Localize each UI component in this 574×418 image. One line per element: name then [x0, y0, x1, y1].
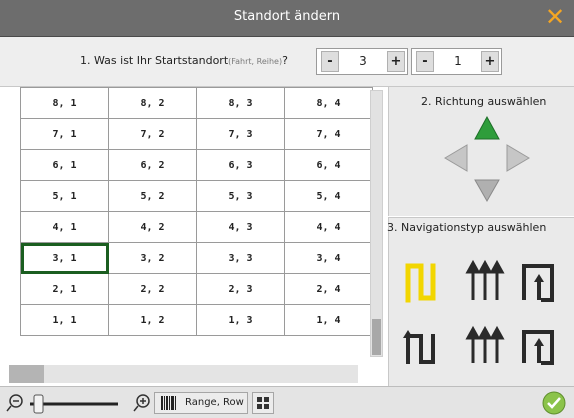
nav-parallel-up-icon[interactable] [465, 259, 505, 300]
grid-cell[interactable]: 7, 2 [108, 118, 197, 150]
nav-parallel-down-icon[interactable] [465, 325, 505, 363]
navigation-panel: 3. Navigationstyp auswählen [387, 217, 574, 386]
grid-cell[interactable]: 8, 2 [108, 87, 197, 119]
row-decrement-button[interactable]: - [321, 51, 339, 72]
grid-cell[interactable]: 8, 1 [20, 87, 109, 119]
title-bar: Standort ändern ✕ [0, 0, 574, 37]
zoom-in-icon[interactable] [133, 392, 153, 414]
zoom-control [6, 394, 118, 414]
grid-cell[interactable]: 2, 2 [108, 273, 197, 305]
grid-cell[interactable]: 2, 4 [284, 273, 373, 305]
row-value[interactable]: 3 [343, 54, 383, 68]
row-increment-button[interactable]: + [387, 51, 405, 72]
grid-cell[interactable]: 6, 4 [284, 149, 373, 181]
table-row: 5, 1 5, 2 5, 3 5, 4 [20, 180, 373, 212]
grid-cell[interactable]: 6, 1 [20, 149, 109, 181]
col-increment-button[interactable]: + [481, 51, 499, 72]
grid-cell[interactable]: 7, 1 [20, 118, 109, 150]
start-question-text: 1. Was ist Ihr Startstandort [80, 54, 229, 67]
barcode-icon [161, 396, 176, 410]
close-icon[interactable]: ✕ [542, 3, 568, 31]
grid-cell[interactable]: 4, 4 [284, 211, 373, 243]
arrow-down-icon[interactable] [474, 179, 500, 203]
grid-cell[interactable]: 7, 4 [284, 118, 373, 150]
range-row-label: Range, Row [185, 397, 244, 408]
grid-horizontal-scrollbar[interactable] [9, 365, 358, 383]
arrow-right-icon[interactable] [506, 144, 530, 172]
start-location-bar: 1. Was ist Ihr Startstandort(Fahrt, Reih… [0, 37, 574, 87]
table-row: 7, 1 7, 2 7, 3 7, 4 [20, 118, 373, 150]
grid-vertical-scrollbar[interactable] [370, 90, 383, 357]
grid-cell[interactable]: 3, 2 [108, 242, 197, 274]
nav-loop-down-icon[interactable] [522, 330, 554, 365]
grid-cell[interactable]: 4, 2 [108, 211, 197, 243]
grid-cell[interactable]: 5, 1 [20, 180, 109, 212]
col-value[interactable]: 1 [438, 54, 478, 68]
grid-cell[interactable]: 3, 3 [196, 242, 285, 274]
nav-serpentine-down-icon[interactable] [403, 330, 435, 364]
arrow-left-icon[interactable] [444, 144, 468, 172]
confirm-icon[interactable] [540, 389, 568, 417]
table-row: 4, 1 4, 2 4, 3 4, 4 [20, 211, 373, 243]
dialog-title: Standort ändern [233, 9, 341, 24]
grid-cell[interactable]: 1, 4 [284, 304, 373, 336]
navigation-options [403, 259, 554, 365]
grid-cell[interactable]: 1, 3 [196, 304, 285, 336]
nav-loop-up-icon[interactable] [522, 264, 554, 302]
grid-cell[interactable]: 8, 4 [284, 87, 373, 119]
map-button[interactable] [252, 392, 274, 414]
map-icon [257, 397, 269, 409]
bottom-toolbar: Range, Row [0, 386, 574, 418]
table-row: 3, 1 3, 2 3, 3 3, 4 [20, 242, 373, 274]
start-question: 1. Was ist Ihr Startstandort(Fahrt, Reih… [80, 54, 288, 67]
col-stepper: - 1 + [411, 48, 502, 75]
location-grid: 8, 1 8, 2 8, 3 8, 4 7, 1 7, 2 7, 3 7, 4 … [20, 87, 373, 336]
arrow-up-icon[interactable] [474, 115, 500, 140]
grid-cell[interactable]: 4, 3 [196, 211, 285, 243]
grid-cell[interactable]: 1, 2 [108, 304, 197, 336]
grid-cell[interactable]: 6, 3 [196, 149, 285, 181]
grid-cell[interactable]: 5, 3 [196, 180, 285, 212]
direction-pad [444, 115, 530, 203]
nav-serpentine-up-icon[interactable] [405, 263, 436, 303]
grid-cell[interactable]: 8, 3 [196, 87, 285, 119]
grid-cell[interactable]: 5, 4 [284, 180, 373, 212]
vertical-scroll-thumb[interactable] [372, 319, 381, 355]
start-question-mark: ? [282, 54, 288, 67]
range-row-button[interactable]: Range, Row [154, 392, 248, 414]
grid-cell[interactable]: 4, 1 [20, 211, 109, 243]
grid-cell[interactable]: 1, 1 [20, 304, 109, 336]
zoom-out-icon[interactable] [6, 394, 23, 412]
zoom-slider-thumb[interactable] [33, 394, 44, 414]
table-row: 1, 1 1, 2 1, 3 1, 4 [20, 304, 373, 336]
grid-cell[interactable]: 3, 4 [284, 242, 373, 274]
grid-cell[interactable]: 7, 3 [196, 118, 285, 150]
start-question-hint: (Fahrt, Reihe) [228, 57, 283, 66]
grid-cell[interactable]: 2, 3 [196, 273, 285, 305]
row-stepper: - 3 + [316, 48, 408, 75]
grid-cell[interactable]: 5, 2 [108, 180, 197, 212]
table-row: 8, 1 8, 2 8, 3 8, 4 [20, 87, 373, 119]
table-row: 6, 1 6, 2 6, 3 6, 4 [20, 149, 373, 181]
horizontal-scroll-thumb[interactable] [9, 365, 44, 383]
grid-cell[interactable]: 2, 1 [20, 273, 109, 305]
grid-cell-selected[interactable]: 3, 1 [20, 242, 109, 274]
direction-panel: 2. Richtung auswählen [388, 87, 574, 216]
grid-cell[interactable]: 6, 2 [108, 149, 197, 181]
col-decrement-button[interactable]: - [416, 51, 434, 72]
table-row: 2, 1 2, 2 2, 3 2, 4 [20, 273, 373, 305]
